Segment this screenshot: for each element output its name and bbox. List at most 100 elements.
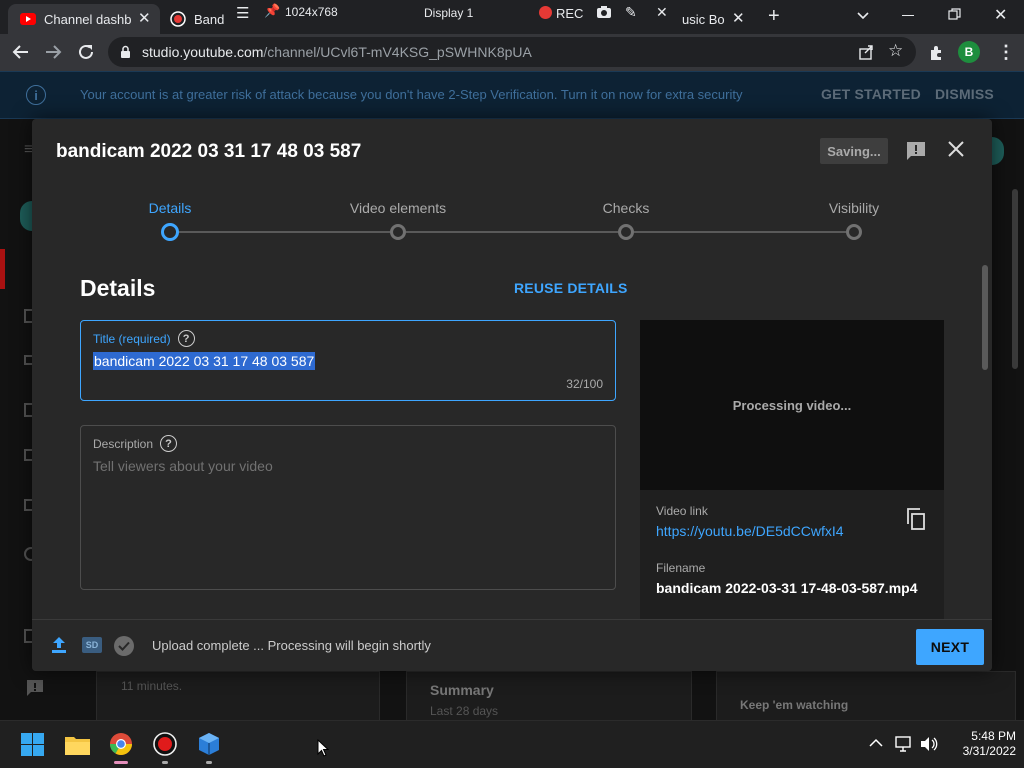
pin-icon[interactable]: 📌 <box>264 3 280 19</box>
description-label-text: Description <box>93 436 154 451</box>
share-icon[interactable] <box>858 44 874 60</box>
system-clock[interactable]: 5:48 PM 3/31/2022 <box>946 729 1016 759</box>
close-tab-icon[interactable]: ✕ <box>732 9 745 27</box>
youtube-icon <box>20 13 36 25</box>
address-bar[interactable]: studio.youtube.com/channel/UCvl6T-mV4KSG… <box>108 37 916 67</box>
pencil-icon[interactable]: ✎ <box>625 4 637 21</box>
dismiss-button[interactable]: DISMISS <box>935 86 994 102</box>
copy-icon[interactable] <box>906 508 926 530</box>
rec-dot-icon <box>539 6 552 19</box>
security-banner: i Your account is at greater risk of att… <box>0 71 1024 119</box>
step-video-elements-label[interactable]: Video elements <box>350 200 446 216</box>
help-icon[interactable]: ? <box>177 330 195 347</box>
step-visibility-dot[interactable] <box>846 224 862 240</box>
video-link-label: Video link <box>656 504 708 518</box>
sidebar-highlight <box>0 249 5 289</box>
video-link[interactable]: https://youtu.be/DE5dCCwfxI4 <box>656 523 844 539</box>
forward-icon[interactable] <box>44 44 62 60</box>
step-visibility-label[interactable]: Visibility <box>829 200 879 216</box>
next-button[interactable]: NEXT <box>916 629 984 665</box>
step-checks-label[interactable]: Checks <box>603 200 650 216</box>
menu-icon[interactable]: ☰ <box>236 4 249 22</box>
network-icon[interactable] <box>895 736 913 752</box>
help-icon[interactable]: ? <box>160 435 178 452</box>
close-recorder-icon[interactable]: ✕ <box>656 4 668 21</box>
browser-toolbar: studio.youtube.com/channel/UCvl6T-mV4KSG… <box>0 34 1024 71</box>
tray-chevron-up-icon[interactable] <box>869 738 883 748</box>
description-placeholder[interactable]: Tell viewers about your video <box>93 458 273 474</box>
upload-status: Upload complete ... Processing will begi… <box>152 638 431 653</box>
chrome-icon[interactable] <box>109 732 133 756</box>
title-input[interactable]: Title (required) ? bandicam 2022 03 31 1… <box>80 320 616 401</box>
saving-status: Saving... <box>820 138 888 164</box>
details-content[interactable]: Details REUSE DETAILS Title (required) ?… <box>32 245 978 619</box>
close-dialog-icon[interactable] <box>946 139 966 159</box>
tab-label: Channel dashbo <box>44 11 132 27</box>
upload-stepper: Details Video elements Checks Visibility <box>32 185 992 245</box>
info-icon: i <box>26 85 46 105</box>
tab-search-chevron-icon[interactable] <box>856 8 870 22</box>
windows-taskbar: 5:48 PM 3/31/2022 <box>0 720 1024 768</box>
running-indicator <box>162 761 168 764</box>
step-video-elements-dot[interactable] <box>390 224 406 240</box>
dialog-footer: SD Upload complete ... Processing will b… <box>32 619 992 671</box>
tab-label: usic Bo <box>682 11 725 27</box>
stepper-line <box>406 231 618 233</box>
feedback-icon <box>26 679 44 697</box>
scroll-thumb[interactable] <box>982 265 988 370</box>
sd-quality-badge: SD <box>82 637 102 653</box>
windows-start-icon[interactable] <box>21 733 44 756</box>
title-value[interactable]: bandicam 2022 03 31 17 48 03 587 <box>93 352 316 370</box>
tab-label: Band <box>194 11 224 27</box>
browser-menu-icon[interactable]: ⋮ <box>997 42 1015 63</box>
url-host: studio.youtube.com <box>142 44 264 60</box>
minimize-icon[interactable] <box>902 15 914 16</box>
summary-title: Summary <box>430 682 494 698</box>
description-input[interactable]: Description ? Tell viewers about your vi… <box>80 425 616 590</box>
step-details-label[interactable]: Details <box>149 200 192 216</box>
bandicam-taskbar-icon[interactable] <box>153 732 177 756</box>
new-tab-icon[interactable]: + <box>768 5 780 28</box>
dialog-scrollbar[interactable] <box>978 259 992 619</box>
clock-time: 5:48 PM <box>971 729 1016 743</box>
file-explorer-icon[interactable] <box>65 734 90 755</box>
recorder-toolbar: ☰ 📌 1024x768 Display 1 REC ✎ ✕ <box>232 0 682 26</box>
stepper-line <box>634 231 846 233</box>
checks-complete-icon <box>114 636 134 656</box>
video-info-panel: Video link https://youtu.be/DE5dCCwfxI4 … <box>640 490 944 619</box>
rec-label[interactable]: REC <box>556 6 583 21</box>
running-indicator <box>206 761 212 764</box>
close-window-icon[interactable]: ✕ <box>994 5 1007 25</box>
back-icon[interactable] <box>12 44 30 60</box>
page-scrollbar[interactable] <box>1012 189 1018 369</box>
bandicam-record-icon <box>170 11 186 27</box>
reload-icon[interactable] <box>77 43 95 61</box>
keep-watching-text: Keep 'em watching <box>740 698 849 712</box>
filename-label: Filename <box>656 561 706 575</box>
reuse-details-button[interactable]: REUSE DETAILS <box>514 280 628 296</box>
tab-music[interactable]: usic Bo ✕ <box>682 4 754 34</box>
get-started-button[interactable]: GET STARTED <box>821 86 921 102</box>
title-char-count: 32/100 <box>566 377 603 391</box>
details-heading: Details <box>80 275 156 301</box>
close-tab-icon[interactable]: ✕ <box>138 9 151 27</box>
app-taskbar-icon[interactable] <box>197 732 221 756</box>
restore-icon[interactable] <box>948 8 961 21</box>
upload-details-dialog: bandicam 2022 03 31 17 48 03 587 Saving.… <box>32 119 992 671</box>
step-checks-dot[interactable] <box>618 224 634 240</box>
video-preview: Processing video... <box>640 320 944 490</box>
lock-icon[interactable] <box>120 45 131 59</box>
bookmark-star-icon[interactable]: ☆ <box>888 41 903 61</box>
processing-text: Processing video... <box>732 397 852 413</box>
tab-bandicam[interactable]: Band <box>162 4 232 34</box>
profile-avatar[interactable]: B <box>958 41 980 63</box>
dialog-title: bandicam 2022 03 31 17 48 03 587 <box>56 141 362 162</box>
tab-channel-dashboard[interactable]: Channel dashbo ✕ <box>8 4 160 34</box>
extensions-icon[interactable] <box>928 44 945 61</box>
feedback-icon[interactable] <box>905 140 927 162</box>
title-field-label: Title (required) ? <box>93 330 195 347</box>
step-details-dot[interactable] <box>161 223 179 241</box>
volume-icon[interactable] <box>920 736 938 752</box>
camera-icon[interactable] <box>596 5 612 19</box>
upload-icon <box>51 636 67 654</box>
